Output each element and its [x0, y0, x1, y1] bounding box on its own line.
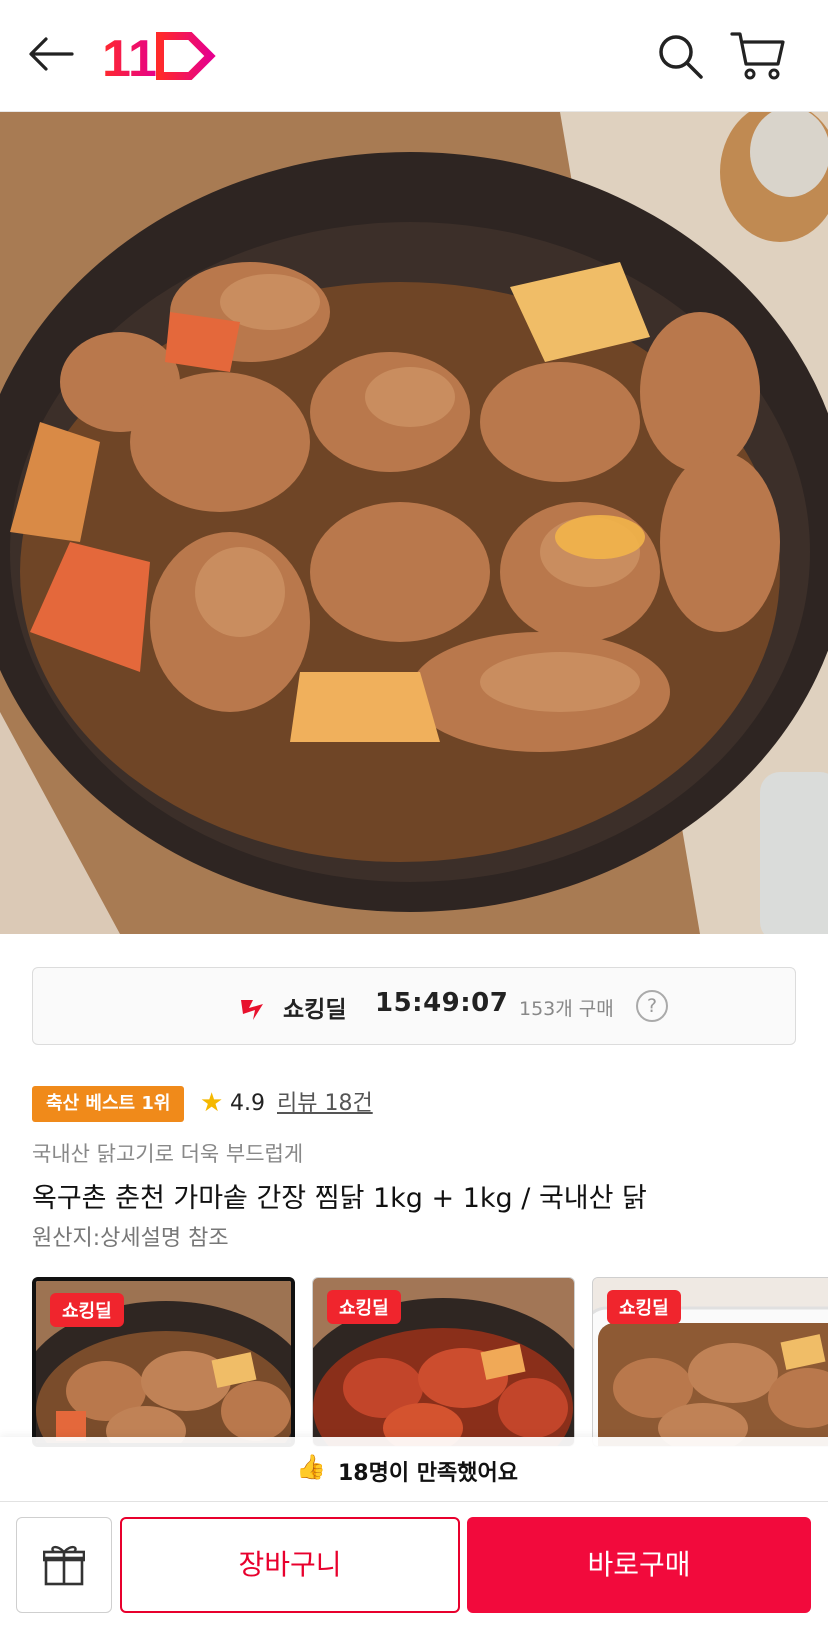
- gift-button[interactable]: [16, 1517, 112, 1613]
- purchase-count: 153개 구매: [519, 998, 614, 1020]
- search-icon[interactable]: [656, 32, 704, 80]
- buy-now-button[interactable]: 바로구매: [467, 1517, 811, 1613]
- option-badge: 쇼킹딜: [50, 1293, 124, 1327]
- rating-value: 4.9: [230, 1091, 265, 1116]
- option-thumbnail-1[interactable]: 쇼킹딜: [32, 1277, 295, 1447]
- cart-icon[interactable]: [730, 30, 786, 82]
- satisfaction-text: 18명이 만족했어요: [338, 1461, 518, 1486]
- add-to-cart-button[interactable]: 장바구니: [120, 1517, 460, 1613]
- product-title: 옥구촌 춘천 가마솥 간장 찜닭 1kg + 1kg / 국내산 닭: [32, 1183, 647, 1214]
- shocking-deal-icon: [241, 1000, 263, 1020]
- product-main-image[interactable]: [0, 112, 828, 934]
- shocking-deal-bar: 쇼킹딜 15:49:07 153개 구매 ?: [32, 967, 796, 1045]
- satisfaction-bar: 👍 18명이 만족했어요: [0, 1437, 828, 1501]
- logo-11st[interactable]: 11: [102, 30, 216, 82]
- logo-text: 11: [102, 30, 157, 82]
- option-badge: 쇼킹딜: [327, 1290, 401, 1324]
- best-rank-badge: 축산 베스트 1위: [32, 1086, 185, 1122]
- deal-title: 쇼킹딜: [283, 997, 347, 1023]
- option-thumbnail-2[interactable]: 쇼킹딜: [312, 1277, 575, 1447]
- option-badge: 쇼킹딜: [607, 1290, 681, 1324]
- arrow-left-icon[interactable]: [28, 36, 74, 72]
- product-subtitle: 국내산 닭고기로 더욱 부드럽게: [32, 1142, 304, 1166]
- bottom-action-bar: 장바구니 바로구매: [0, 1501, 828, 1628]
- help-icon[interactable]: ?: [636, 990, 668, 1022]
- deal-countdown: 15:49:07: [375, 988, 509, 1018]
- product-origin: 원산지:상세설명 참조: [32, 1226, 229, 1251]
- reviews-link[interactable]: 리뷰 18건: [277, 1088, 373, 1120]
- top-header: 11: [0, 0, 828, 112]
- star-icon: ★: [200, 1088, 224, 1118]
- gift-icon: [43, 1545, 85, 1586]
- thumbs-up-icon: 👍: [296, 1453, 326, 1481]
- option-thumbnail-3[interactable]: 쇼킹딜: [592, 1277, 828, 1447]
